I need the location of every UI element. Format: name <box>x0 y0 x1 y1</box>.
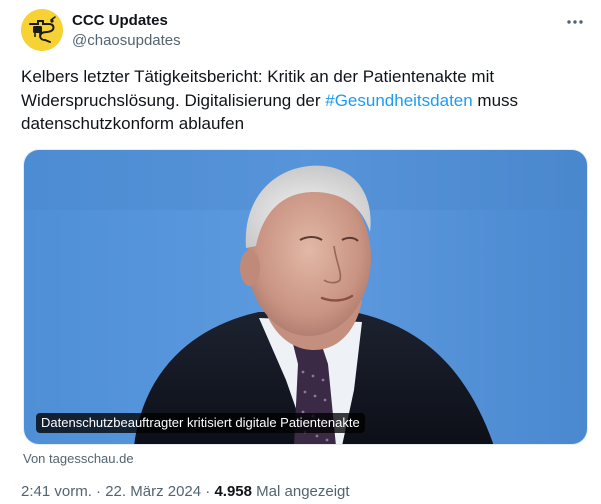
meta-separator: · <box>201 483 215 500</box>
meta-separator: · <box>91 483 106 500</box>
link-card[interactable]: Datenschutzbeauftragter kritisiert digit… <box>23 149 588 445</box>
tweet-date[interactable]: 22. März 2024 <box>105 483 201 500</box>
avatar[interactable] <box>21 9 63 51</box>
views-label: Mal angezeigt <box>252 483 350 500</box>
tweet-text: Kelbers letzter Tätigkeitsbericht: Kriti… <box>21 65 581 136</box>
more-horizontal-icon <box>567 20 583 24</box>
more-options-button[interactable] <box>561 10 589 34</box>
tweet-time[interactable]: 2:41 vorm. <box>21 483 92 500</box>
tweet: CCC Updates @chaosupdates Kelbers letzte… <box>0 0 601 504</box>
display-name[interactable]: CCC Updates <box>72 12 168 30</box>
tweet-meta: 2:41 vorm. · 22. März 2024 · 4.958 Mal a… <box>21 482 350 502</box>
card-image <box>24 150 587 444</box>
card-source[interactable]: Von tagesschau.de <box>23 451 134 467</box>
chaos-knoten-logo-icon <box>21 9 63 51</box>
user-handle[interactable]: @chaosupdates <box>72 32 181 50</box>
card-title: Datenschutzbeauftragter kritisiert digit… <box>36 413 365 433</box>
hashtag-link[interactable]: #Gesundheitsdaten <box>325 91 472 110</box>
views-count: 4.958 <box>214 483 252 500</box>
